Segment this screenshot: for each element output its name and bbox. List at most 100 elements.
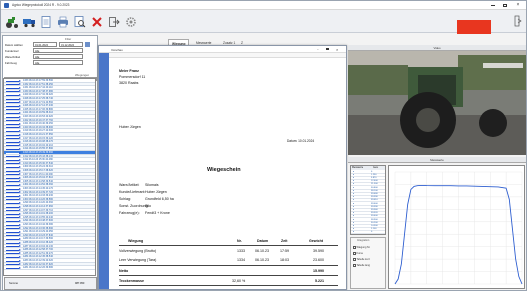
direction-arrow-icon [6,144,21,147]
print-preview-window: Vorschau – × Meier Franz Pommersdorf 11 … [98,45,347,290]
table-row-gross-weight: 39.590 [313,249,324,253]
field-value-vehicle: Fendt3 + Krone [145,211,170,215]
direction-arrow-icon [6,227,21,229]
direction-arrow-icon [6,86,21,89]
recipient-street: Pommersdorf 11 [119,75,146,79]
direction-arrow-icon [6,104,21,107]
option-table-short[interactable]: Tabelle kurz [353,258,370,261]
table-row-gross-time: 17:59 [280,249,289,253]
direction-arrow-icon [6,209,21,211]
table-header-date: Datum [257,239,269,243]
filter-label-customer: Kunde/Lief. [5,49,20,53]
camera-video-pane [348,45,526,155]
direction-arrow-icon [6,223,21,226]
measurement-list[interactable]: Messwerte Gew. ▸ 0 ▸ 1.250 ▸ 5.870 ▸ 12.400 ▸ 21.… [350,165,386,235]
tractor-icon[interactable] [5,15,19,29]
status-accent-block [457,20,491,34]
preview-side-strip [99,53,109,289]
direction-arrow-icon [6,180,21,183]
table-row-tare-date: 06.10.23 [255,258,269,262]
recipient-name: Meier Franz [119,69,139,73]
filter-label-date: Datum wählen [5,43,23,47]
maximize-button[interactable] [501,2,509,8]
document-date: Datum: 10.01.2024 [287,139,315,143]
direction-arrow-icon [6,176,21,179]
list-item[interactable]: ▸ 0 [351,231,385,234]
table-rule-bottom [119,285,338,286]
vehicle-filter-field[interactable]: Alle [33,60,83,65]
table-rule-mid [119,265,338,266]
direction-arrow-icon [6,169,21,172]
option-table-long[interactable]: Tabelle lang [353,264,370,267]
user-exit-icon[interactable] [514,15,522,27]
option-curve[interactable]: Kurve [353,252,363,255]
preview-minimize-button[interactable]: – [317,47,319,51]
date-to-field[interactable]: 31.12.2024 [59,42,83,47]
direction-arrow-icon [6,212,21,215]
delete-icon[interactable] [90,15,104,29]
printer-icon[interactable] [56,15,70,29]
direction-arrow-icon [6,101,21,103]
preview-maximize-button[interactable] [326,47,329,50]
calendar-icon[interactable] [85,42,90,47]
search-icon[interactable] [73,15,87,29]
filter-label-article: Ware/Artikel [5,55,21,59]
weight-curve-chart [388,165,525,289]
table-row-tare-time: 18:03 [280,258,289,262]
direction-arrow-icon [6,162,21,165]
table-drymass-percent: 32,60 % [232,279,246,283]
field-value-assignment: Silo [145,204,151,208]
table-header-weight: Gewicht [309,239,323,243]
exit-icon[interactable] [107,15,121,29]
table-row-gross-label: Vollverwiegung (Brutto) [119,249,157,253]
direction-arrow-icon [6,245,21,247]
weight-curve-svg [394,171,523,285]
document-icon[interactable] [39,15,53,29]
truck-icon[interactable] [22,15,36,29]
window-title: Agrico Wiegeprotokoll 2024 R - 9.0.2023 [12,3,70,7]
direction-arrow-icon [6,108,21,111]
direction-arrow-icon [6,259,21,262]
direction-arrow-icon [6,112,21,114]
grid-footer: Summe 987.950 [4,277,97,290]
direction-arrow-icon [6,266,21,269]
table-rule-netto [119,275,338,276]
table-netto-value: 15.990 [313,269,324,273]
direction-arrow-icon [6,187,21,190]
recipient-city: 3820 Raabs [119,81,139,85]
close-button[interactable]: × [514,2,522,8]
direction-arrow-icon [6,191,21,193]
options-title: Integration [357,239,370,242]
direction-arrow-icon [6,194,21,197]
grid-footer-sum-value: 987.950 [75,282,85,285]
direction-arrow-icon [6,252,21,255]
direction-arrow-icon [6,256,21,258]
table-row[interactable]: 1281 06.10.23 12:26 39.680 [4,266,95,270]
direction-arrow-icon [6,137,21,139]
direction-arrow-icon [6,115,21,118]
grid-footer-sum-label: Summe [9,282,18,285]
table-row-tare-label: Leer Verwiegung (Tara) [119,258,157,262]
table-drymass-label: Trockenmasse [119,279,144,283]
direction-arrow-icon [6,216,21,219]
measurement-pane-title: Messwerte [348,157,526,163]
option-weighing-number[interactable]: Wiegung Nr. [353,246,370,249]
date-from-field[interactable]: 01.01.2024 [33,42,57,47]
table-header-time: Zeit [281,239,288,243]
minimize-button[interactable] [489,2,497,8]
direction-arrow-icon [6,97,21,100]
gear-icon[interactable] [124,15,138,29]
direction-arrow-icon [6,173,21,175]
article-filter-field[interactable]: Alle [33,54,83,59]
direction-arrow-icon [6,151,21,154]
preview-close-button[interactable]: × [336,47,338,52]
list-item-index: ▸ [353,231,355,234]
customer-filter-field[interactable]: Alle [33,48,83,53]
direction-arrow-icon [6,133,21,136]
direction-arrow-icon [6,220,21,222]
field-label-article: Ware/Artikel: [119,183,140,187]
direction-arrow-icon [6,166,21,168]
document-heading: Wiegeschein [207,167,241,173]
direction-arrow-icon [6,202,21,204]
table-header-weighing: Wiegung [128,239,144,243]
